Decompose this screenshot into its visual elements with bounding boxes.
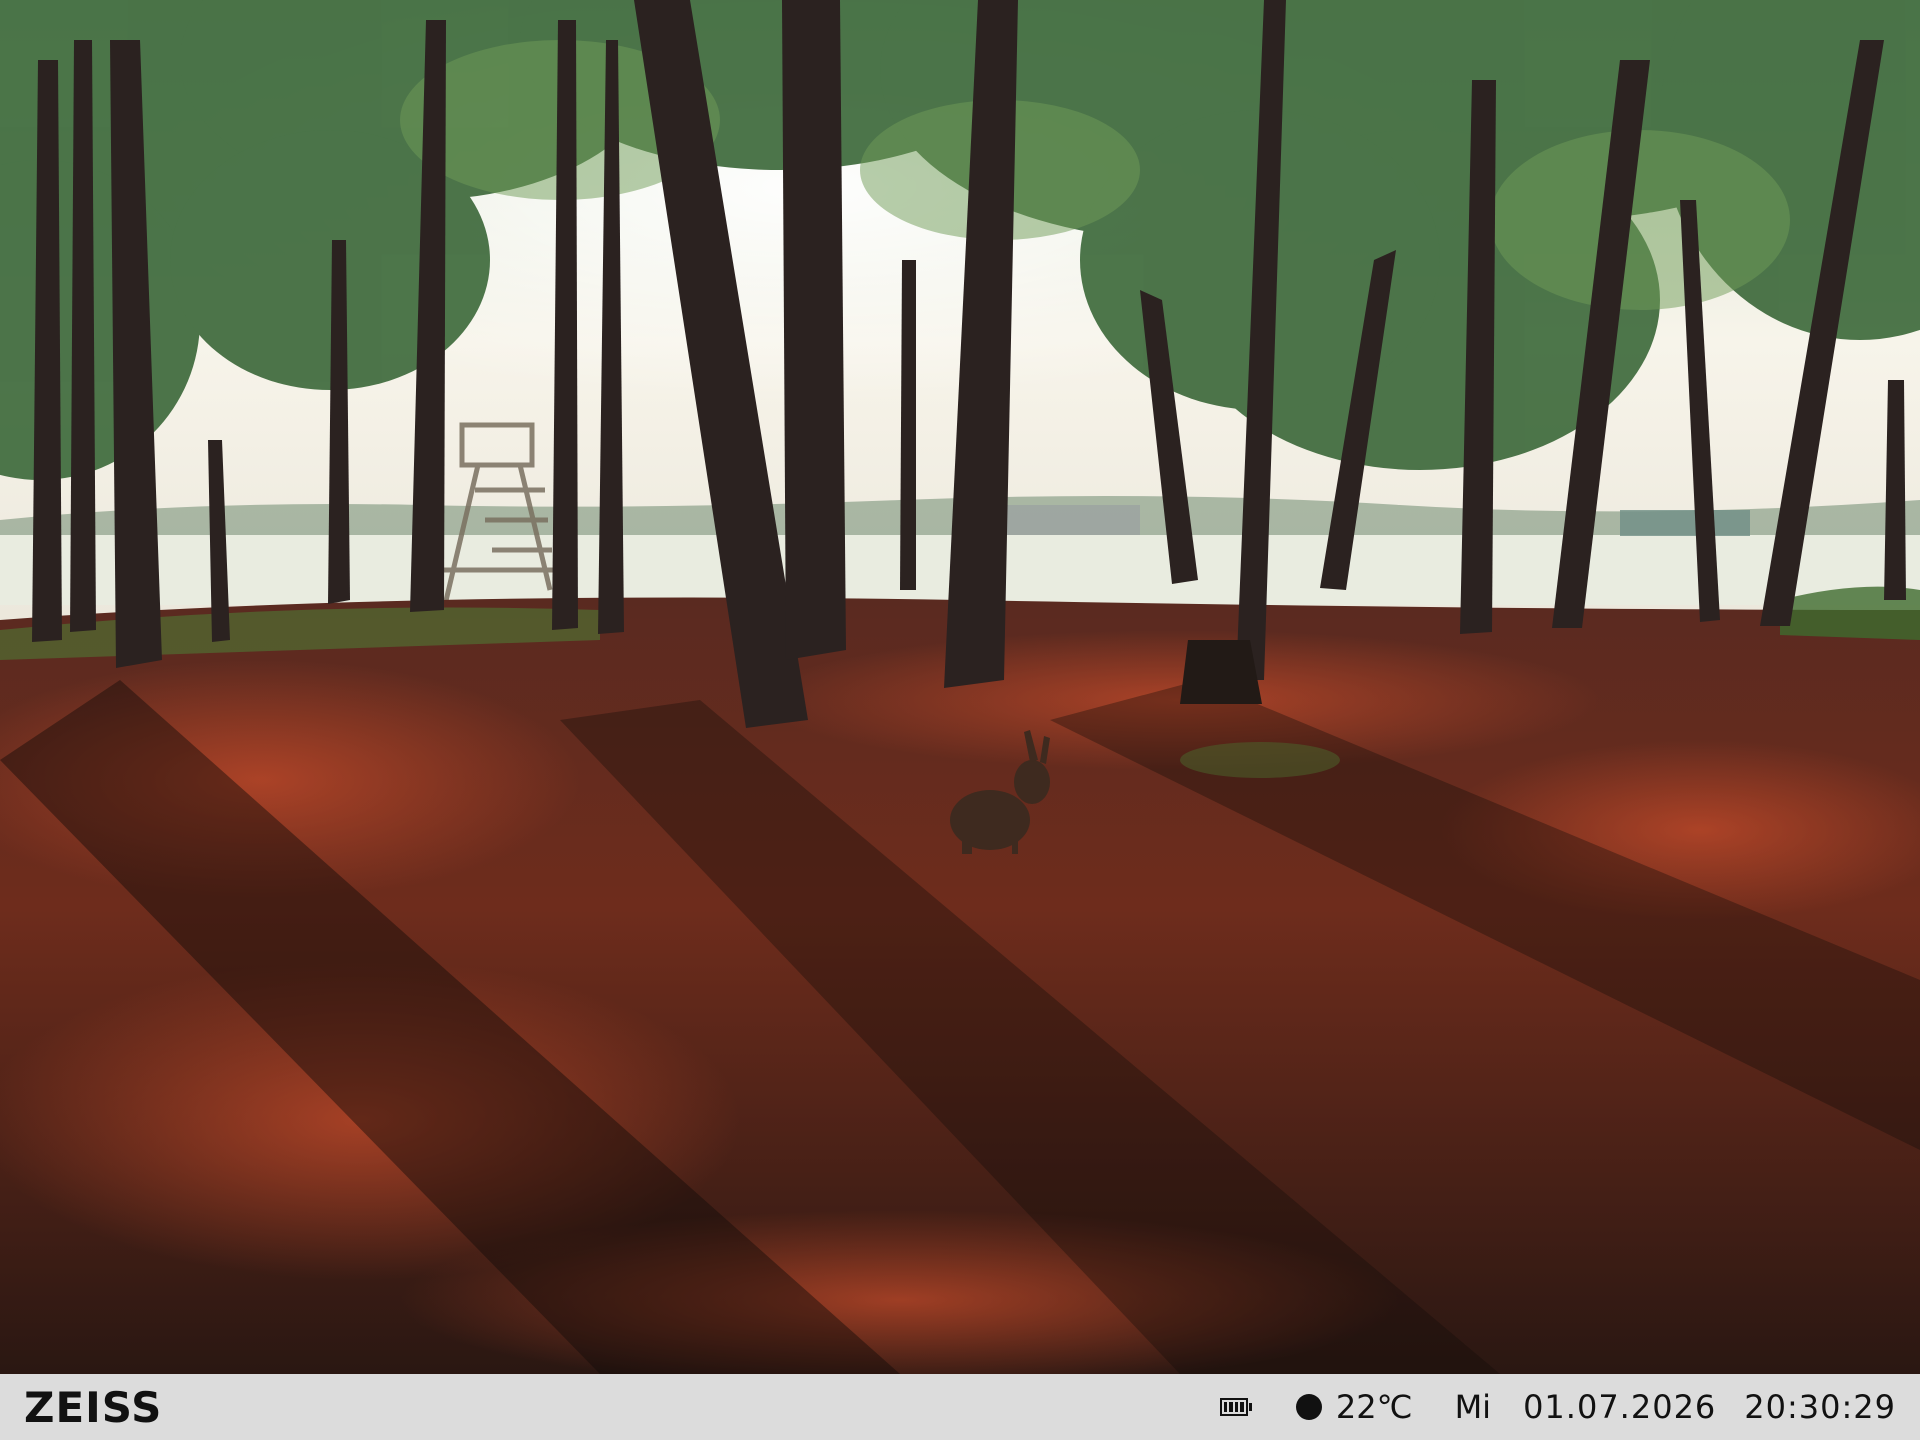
moon-icon <box>1295 1394 1322 1420</box>
battery-icon <box>1219 1398 1252 1416</box>
date-readout: 01.07.2026 <box>1523 1388 1717 1426</box>
distant-barn <box>1620 510 1750 536</box>
brand-logo: ZEISS <box>24 1382 163 1432</box>
weekday-readout: Mi <box>1454 1388 1492 1426</box>
forest-scene <box>0 0 1920 1374</box>
tree-stump <box>1180 640 1262 704</box>
distant-building <box>1000 505 1140 535</box>
time-readout: 20:30:29 <box>1744 1388 1896 1426</box>
trail-camera-photo <box>0 0 1920 1374</box>
temperature-readout: 22℃ <box>1335 1388 1413 1426</box>
status-readout: 22℃ Mi 01.07.2026 20:30:29 <box>1219 1388 1896 1426</box>
camera-info-bar: ZEISS 22℃ Mi 01.07.2026 20:30:29 <box>0 1374 1920 1440</box>
